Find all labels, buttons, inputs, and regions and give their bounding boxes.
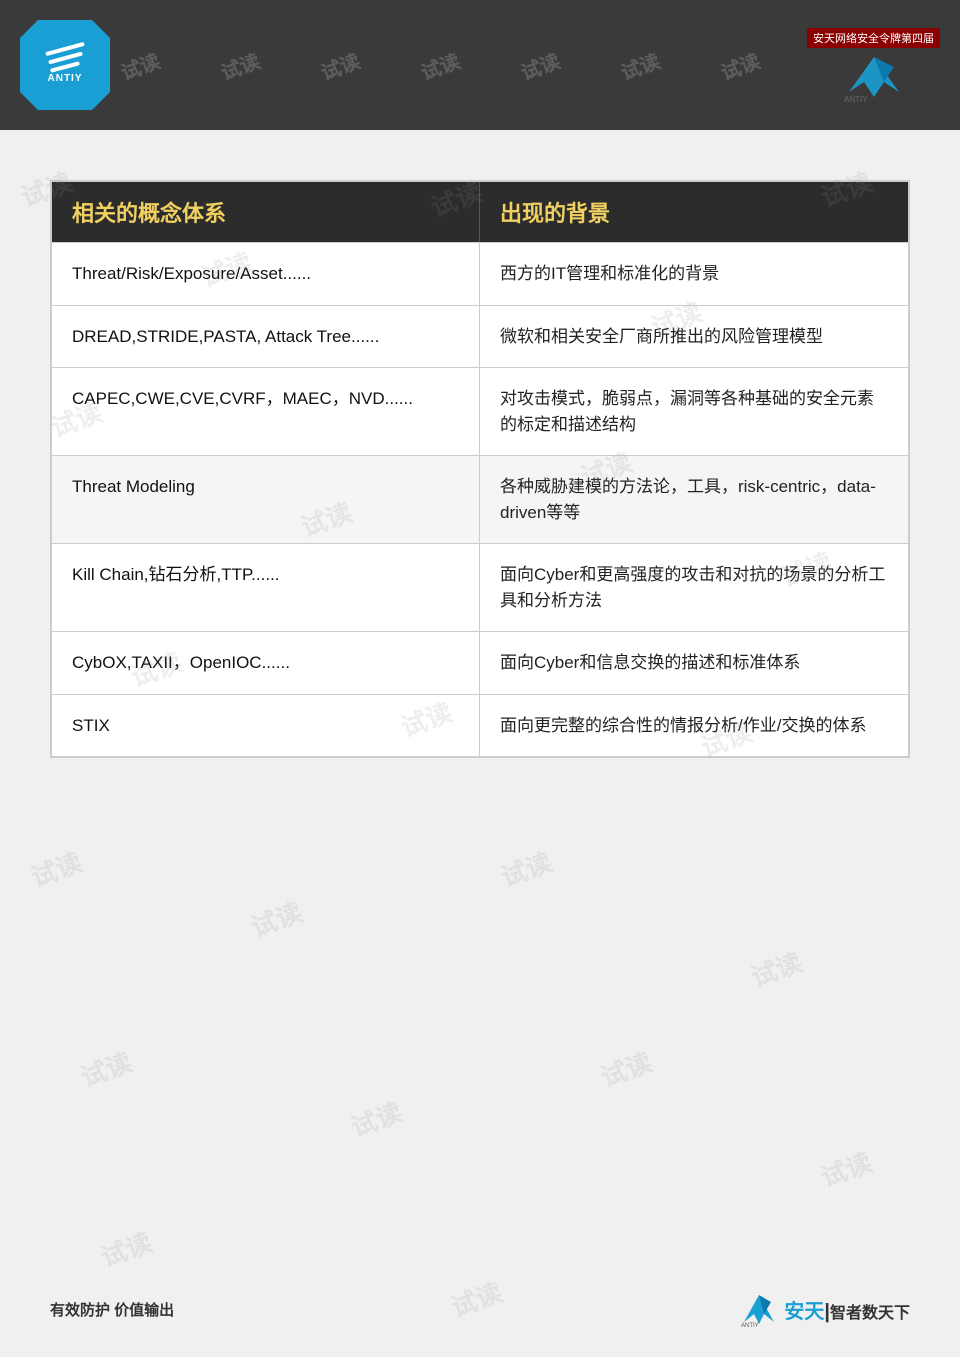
table-row-left-4: Kill Chain,钻石分析,TTP...... [52,543,480,631]
col2-header: 出现的背景 [480,182,908,242]
table-row-right-5: 面向Cyber和信息交换的描述和标准体系 [480,631,908,694]
footer-logo-text: 安天|智者数天下 [784,1295,910,1324]
table-row-left-2: CAPEC,CWE,CVE,CVRF，MAEC，NVD...... [52,367,480,455]
header-watermarks: 试读 试读 试读 试读 试读 试读 试读 [0,0,960,130]
header: ANTIY 试读 试读 试读 试读 试读 试读 试读 安天网络安全令牌第四届 A… [0,0,960,130]
table-header: 相关的概念体系 出现的背景 [52,182,908,242]
svg-text:ANTIY: ANTIY [741,1323,759,1327]
table-row-right-6: 面向更完整的综合性的情报分析/作业/交换的体系 [480,694,908,757]
table-row-left-0: Threat/Risk/Exposure/Asset...... [52,242,480,305]
watermark-19: 试读 [815,1142,877,1195]
header-wm-3: 试读 [316,45,364,86]
footer-logo-slogan: 智者数天下 [830,1305,910,1322]
footer-logo: ANTIY 安天|智者数天下 [739,1292,910,1327]
header-wm-7: 试读 [716,45,764,86]
table-row-left-1: DREAD,STRIDE,PASTA, Attack Tree...... [52,305,480,368]
col1-header: 相关的概念体系 [52,182,480,242]
header-wm-2: 试读 [216,45,264,86]
table-row-right-2: 对攻击模式，脆弱点，漏洞等各种基础的安全元素的标定和描述结构 [480,367,908,455]
svg-text:ANTIY: ANTIY [844,95,868,102]
table-row-right-1: 微软和相关安全厂商所推出的风险管理模型 [480,305,908,368]
watermark-12: 试读 [25,842,87,895]
antiy-right-icon: ANTIY [839,52,909,102]
watermark-18: 试读 [595,1042,657,1095]
table-row-right-4: 面向Cyber和更高强度的攻击和对抗的场景的分析工具和分析方法 [480,543,908,631]
watermark-16: 试读 [75,1042,137,1095]
footer-tagline: 有效防护 价值输出 [50,1299,174,1320]
header-wm-5: 试读 [516,45,564,86]
table-row-right-3: 各种威胁建模的方法论，工具，risk-centric，data-driven等等 [480,455,908,543]
watermark-14: 试读 [495,842,557,895]
table-body: Threat/Risk/Exposure/Asset......西方的IT管理和… [52,242,908,756]
footer-logo-icon: ANTIY [739,1292,779,1327]
header-wm-6: 试读 [616,45,664,86]
header-wm-1: 试读 [116,45,164,86]
table-row-left-3: Threat Modeling [52,455,480,543]
footer-logo-brand: 安天 [784,1301,824,1323]
main-table: 相关的概念体系 出现的背景 Threat/Risk/Exposure/Asset… [50,180,910,758]
header-wm-4: 试读 [416,45,464,86]
watermark-17: 试读 [345,1092,407,1145]
table-row-left-5: CybOX,TAXII，OpenIOC...... [52,631,480,694]
table-row-right-0: 西方的IT管理和标准化的背景 [480,242,908,305]
table-row-left-6: STIX [52,694,480,757]
watermark-15: 试读 [745,942,807,995]
watermark-13: 试读 [245,892,307,945]
watermark-20: 试读 [95,1222,157,1275]
main-content: 相关的概念体系 出现的背景 Threat/Risk/Exposure/Asset… [0,130,960,798]
footer: 有效防护 价值输出 ANTIY 安天|智者数天下 [50,1292,910,1327]
